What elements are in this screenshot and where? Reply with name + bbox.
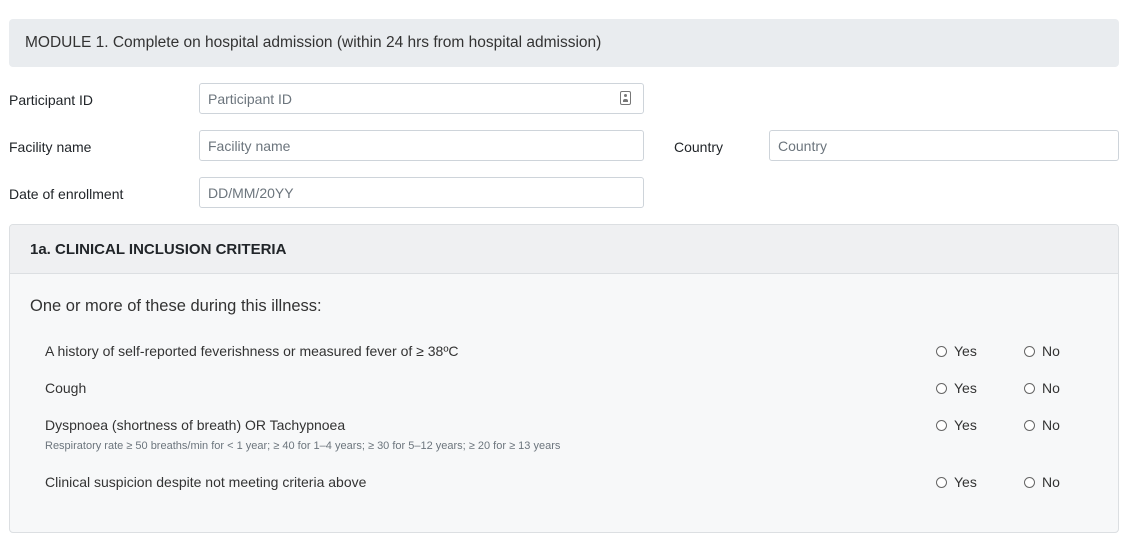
question-fever-no-radio[interactable]: No: [1024, 343, 1060, 359]
radio-no-label: No: [1042, 380, 1060, 396]
question-clinical-suspicion-text: Clinical suspicion despite not meeting c…: [45, 474, 367, 490]
radio-circle-icon: [936, 382, 947, 394]
radio-circle-icon: [1024, 345, 1035, 357]
radio-yes-label: Yes: [954, 343, 977, 359]
radio-no-label: No: [1042, 343, 1060, 359]
criteria-header: 1a. CLINICAL INCLUSION CRITERIA: [10, 225, 1118, 274]
question-fever-yes-radio[interactable]: Yes: [936, 343, 977, 359]
radio-yes-label: Yes: [954, 380, 977, 396]
radio-no-label: No: [1042, 417, 1060, 433]
radio-circle-icon: [1024, 382, 1035, 394]
question-dyspnoea-no-radio[interactable]: No: [1024, 417, 1060, 433]
question-dyspnoea-text: Dyspnoea (shortness of breath) OR Tachyp…: [45, 417, 346, 433]
question-clinical-suspicion-yes-radio[interactable]: Yes: [936, 474, 977, 490]
module-title: MODULE 1. Complete on hospital admission…: [25, 34, 602, 51]
criteria-intro: One or more of these during this illness…: [30, 297, 322, 315]
radio-circle-icon: [936, 345, 947, 357]
radio-circle-icon: [1024, 419, 1035, 431]
question-cough-no-radio[interactable]: No: [1024, 380, 1060, 396]
radio-circle-icon: [936, 476, 947, 488]
id-card-icon: [620, 91, 631, 105]
radio-yes-label: Yes: [954, 474, 977, 490]
question-fever-text: A history of self-reported feverishness …: [45, 343, 459, 359]
facility-name-label: Facility name: [9, 139, 92, 155]
radio-circle-icon: [1024, 476, 1035, 488]
facility-name-input[interactable]: [199, 130, 644, 161]
question-cough-text: Cough: [45, 380, 87, 396]
radio-yes-label: Yes: [954, 417, 977, 433]
country-input[interactable]: [769, 130, 1119, 161]
radio-no-label: No: [1042, 474, 1060, 490]
question-cough-yes-radio[interactable]: Yes: [936, 380, 977, 396]
date-of-enrollment-input[interactable]: [199, 177, 644, 208]
criteria-title: 1a. CLINICAL INCLUSION CRITERIA: [30, 240, 287, 258]
question-dyspnoea-note: Respiratory rate ≥ 50 breaths/min for < …: [45, 440, 561, 452]
clinical-inclusion-criteria-card: 1a. CLINICAL INCLUSION CRITERIA One or m…: [9, 224, 1119, 533]
country-label: Country: [674, 139, 724, 155]
participant-id-input[interactable]: [199, 83, 644, 114]
module-header: MODULE 1. Complete on hospital admission…: [9, 19, 1119, 67]
question-dyspnoea-yes-radio[interactable]: Yes: [936, 417, 977, 433]
radio-circle-icon: [936, 419, 947, 431]
date-of-enrollment-label: Date of enrollment: [9, 186, 124, 202]
question-clinical-suspicion-no-radio[interactable]: No: [1024, 474, 1060, 490]
participant-id-label: Participant ID: [9, 92, 94, 108]
